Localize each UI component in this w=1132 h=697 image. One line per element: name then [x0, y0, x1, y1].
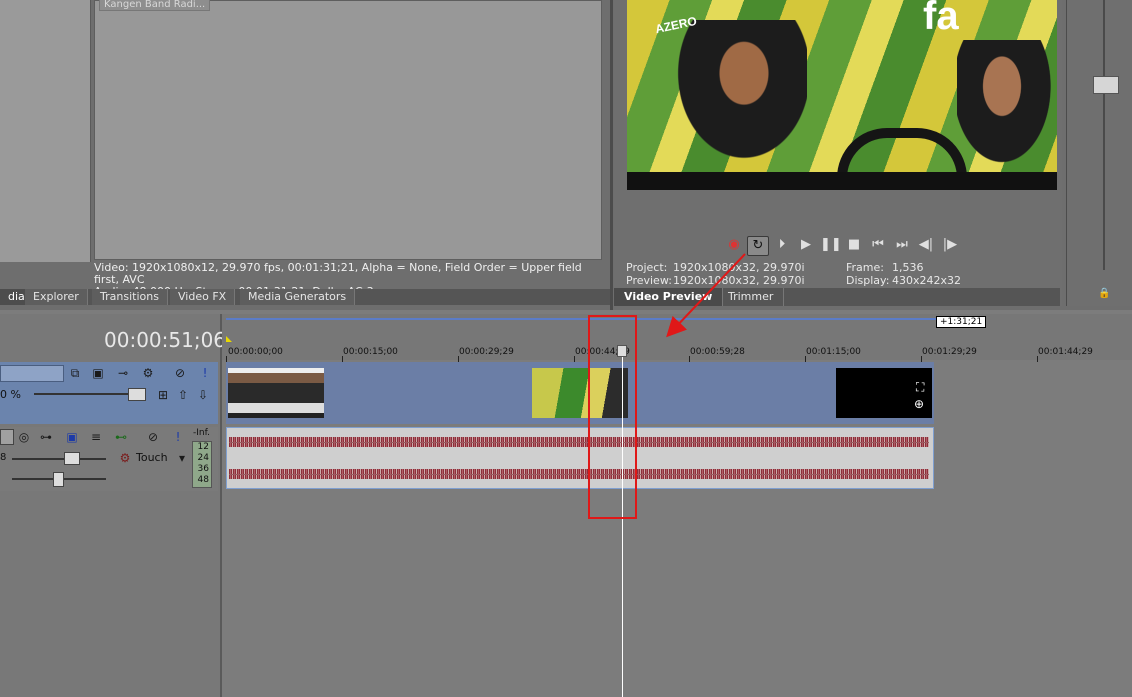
tick-label: 00:00:29;29 — [459, 347, 514, 357]
arm-record-icon[interactable]: ◎ — [16, 430, 32, 444]
volume-slider[interactable] — [12, 458, 106, 460]
panel-divider[interactable] — [610, 0, 613, 310]
track-motion-icon[interactable]: ▣ — [90, 366, 106, 380]
go-to-start-icon[interactable]: ⏮ — [868, 236, 888, 254]
mute-icon[interactable]: ⊘ — [172, 366, 188, 380]
tick-label: 00:00:15;00 — [343, 347, 398, 357]
event-pan-crop-icon[interactable]: ⛶ — [916, 380, 924, 395]
meter-value: 12 — [197, 442, 209, 452]
mute-icon[interactable]: ⊘ — [145, 430, 161, 444]
video-person-left — [667, 20, 807, 172]
audio-track-number[interactable] — [0, 429, 14, 445]
audio-peak-label: -Inf. — [193, 428, 210, 438]
display-label: Display: — [846, 274, 890, 287]
pause-icon[interactable]: ❚❚ — [820, 236, 842, 254]
tick-label: 00:00:59;28 — [690, 347, 745, 357]
right-tab-bar: Video Preview Trimmer — [614, 288, 1060, 306]
project-label: Project: — [626, 261, 668, 274]
waveform-centerline — [229, 442, 929, 443]
loop-icon[interactable]: ↻ — [747, 236, 769, 256]
composite-mode-icon[interactable]: ⧉ — [67, 366, 83, 380]
video-event[interactable] — [226, 362, 934, 424]
volume-slider-knob[interactable] — [64, 452, 80, 465]
stop-icon[interactable]: ■ — [844, 236, 864, 254]
tab-video-fx[interactable]: Video FX — [170, 289, 236, 305]
automation-mode-label[interactable]: Touch — [136, 451, 168, 464]
track-fx-icon[interactable]: ⊸ — [115, 366, 131, 380]
event-fx-icon[interactable]: ⊕ — [914, 397, 924, 411]
solo-icon[interactable]: ! — [197, 366, 213, 380]
automation-gear-icon[interactable]: ⚙ — [117, 451, 133, 465]
meter-value: 36 — [197, 464, 209, 474]
meter-value: 24 — [197, 453, 209, 463]
meter-value: 48 — [197, 475, 209, 485]
pan-slider-knob[interactable] — [53, 472, 64, 487]
tab-video-preview[interactable]: Video Preview — [614, 288, 724, 306]
audio-event[interactable] — [226, 427, 934, 489]
video-logo-text: fa — [923, 0, 959, 38]
tick-label: 00:00:00;00 — [228, 347, 283, 357]
input-fx-icon[interactable]: ⊶ — [38, 430, 54, 444]
preview-value: 1920x1080x32, 29.970i — [673, 274, 805, 287]
tick-line — [1037, 356, 1038, 362]
previous-frame-icon[interactable]: ◀| — [916, 236, 936, 254]
invert-phase-icon[interactable]: ≡ — [88, 430, 104, 444]
preview-label: Preview: — [626, 274, 672, 287]
chevron-down-icon[interactable]: ▾ — [174, 451, 190, 465]
video-track-name-field[interactable] — [0, 365, 64, 382]
solo-icon[interactable]: ! — [170, 430, 186, 444]
audio-level-meter: 12 24 36 48 — [192, 441, 212, 488]
annotation-highlight-box — [588, 315, 637, 519]
project-media-list[interactable]: Kangen Band Radi... — [94, 0, 602, 260]
tick-label: 00:01:29;29 — [922, 347, 977, 357]
video-thumbnail — [228, 368, 324, 418]
waveform-centerline — [229, 474, 929, 475]
master-fader-handle[interactable] — [1093, 76, 1119, 94]
go-to-end-icon[interactable]: ⏭ — [892, 236, 912, 254]
video-person-right — [957, 40, 1057, 172]
record-icon[interactable]: ◉ — [724, 236, 744, 254]
expand-down-icon[interactable]: ⇩ — [195, 388, 211, 402]
loop-start-marker[interactable] — [226, 336, 232, 342]
video-letterbox — [627, 172, 1057, 190]
left-tab-bar: dia Explorer Transitions Video FX Media … — [0, 289, 610, 305]
automation-gear-icon[interactable]: ⚙ — [140, 366, 156, 380]
expand-up-icon[interactable]: ⇧ — [175, 388, 191, 402]
frame-label: Frame: — [846, 261, 884, 274]
audio-track-volume-value: 8 — [0, 452, 7, 463]
master-bus-pane — [1066, 0, 1132, 306]
project-value: 1920x1080x32, 29.970i — [673, 261, 805, 274]
media-item-caption[interactable]: Kangen Band Radi... — [99, 0, 211, 11]
tab-explorer[interactable]: Explorer — [25, 289, 88, 305]
lock-icon[interactable]: 🔒 — [1098, 288, 1110, 299]
play-from-start-icon[interactable]: ⏵ — [772, 236, 792, 254]
video-preview-frame[interactable]: fa AZERO — [627, 0, 1057, 190]
fx-chain-icon[interactable]: ⊞ — [155, 388, 171, 402]
timecode-display: 00:00:51;06 — [104, 328, 227, 352]
tab-transitions[interactable]: Transitions — [92, 289, 168, 305]
audio-fx-chain-icon[interactable]: ⊷ — [113, 430, 129, 444]
media-sidebar — [0, 0, 91, 262]
master-fader-track[interactable] — [1103, 0, 1105, 270]
video-info-line: Video: 1920x1080x12, 29.970 fps, 00:01:3… — [94, 261, 582, 286]
frame-value: 1,536 — [892, 261, 924, 274]
video-track-level: 0 % — [0, 388, 21, 401]
tab-media-generators[interactable]: Media Generators — [240, 289, 356, 305]
loop-region-bar[interactable] — [226, 318, 936, 320]
next-frame-icon[interactable]: |▶ — [940, 236, 960, 254]
tick-label: 00:01:15;00 — [806, 347, 861, 357]
tab-trimmer[interactable]: Trimmer — [718, 288, 785, 306]
loop-end-label: +1:31;21 — [936, 316, 987, 328]
display-value: 430x242x32 — [892, 274, 962, 287]
video-level-slider-knob[interactable] — [128, 388, 146, 401]
track-fx-icon[interactable]: ▣ — [64, 430, 80, 444]
play-icon[interactable]: ▶ — [796, 236, 816, 254]
tick-label: 00:01:44;29 — [1038, 347, 1093, 357]
